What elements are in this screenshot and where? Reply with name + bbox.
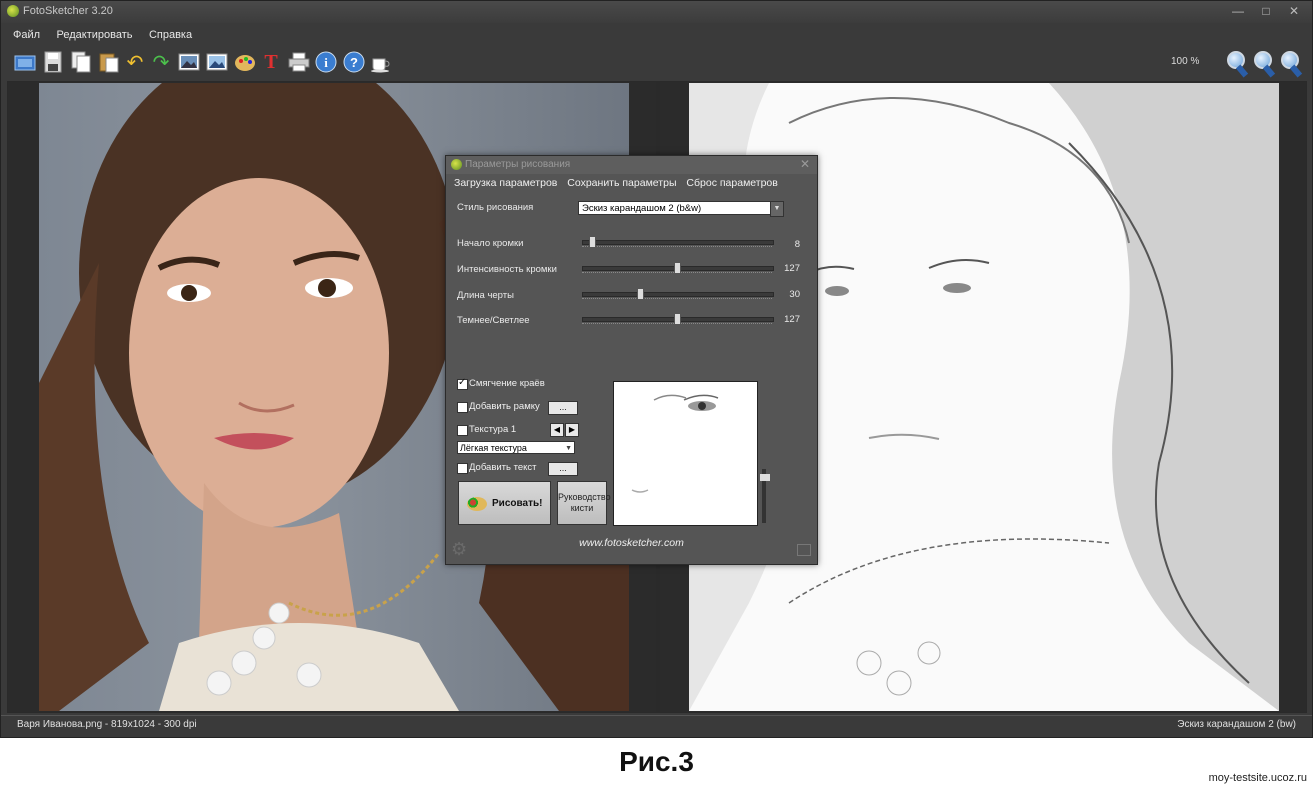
add-text-checkbox[interactable] — [457, 463, 468, 474]
svg-text:i: i — [324, 55, 328, 70]
add-text-label: Добавить текст — [469, 462, 537, 473]
draw-button[interactable]: Рисовать! — [458, 481, 551, 525]
chevron-down-icon: ▼ — [565, 445, 572, 452]
watermark: moy-testsite.ucoz.ru — [1208, 772, 1307, 784]
save-params-menu[interactable]: Сохранить параметры — [567, 177, 676, 189]
gear-icon: ⚙ — [451, 539, 468, 559]
edge-intensity-slider[interactable] — [582, 262, 774, 276]
source-image-icon[interactable] — [177, 49, 201, 75]
texture-select-value: Лёгкая текстура — [460, 443, 527, 453]
preview-image[interactable] — [613, 381, 758, 526]
zoom-out-icon[interactable] — [1252, 49, 1276, 78]
brush-guide-button[interactable]: Руководство кисти — [557, 481, 611, 525]
edge-start-slider[interactable] — [582, 236, 774, 250]
app-window: FotoSketcher 3.20 — □ ✕ Файл Редактирова… — [0, 0, 1313, 738]
zoom-level: 100 % — [1171, 56, 1200, 67]
save-icon[interactable] — [41, 49, 65, 75]
slider-label: Темнее/Светлее — [457, 315, 530, 326]
print-icon[interactable] — [287, 49, 311, 75]
add-frame-label: Добавить рамку — [469, 401, 540, 412]
style-select-value: Эскиз карандашом 2 (b&w) — [582, 203, 702, 214]
resize-icon[interactable] — [797, 544, 811, 556]
smooth-edges-checkbox[interactable] — [457, 377, 468, 390]
draw-button-label: Рисовать! — [492, 498, 543, 509]
texture-select[interactable]: Лёгкая текстура ▼ — [457, 441, 575, 454]
drawing-parameters-dialog: Параметры рисования ✕ Загрузка параметро… — [445, 155, 818, 565]
window-title: FotoSketcher 3.20 — [23, 5, 113, 17]
menu-bar: Файл Редактировать Справка — [1, 25, 1312, 43]
result-image-icon[interactable] — [205, 49, 229, 75]
undo-icon[interactable]: ↶ — [123, 49, 147, 75]
status-bar: Варя Иванова.png - 819x1024 - 300 dpi Эс… — [1, 715, 1312, 736]
menu-edit[interactable]: Редактировать — [57, 26, 133, 44]
slider-value: 8 — [794, 239, 800, 250]
toolbar: ↶ ↷ T i ? — [1, 45, 1312, 79]
smooth-edges-label: Смягчение краёв — [469, 378, 545, 389]
zoom-fit-icon[interactable] — [1279, 49, 1303, 78]
text-icon[interactable]: T — [259, 49, 283, 75]
maximize-button[interactable]: □ — [1255, 3, 1277, 19]
reset-params-menu[interactable]: Сброс параметров — [686, 177, 777, 189]
website-link[interactable]: www.fotosketcher.com — [446, 537, 817, 549]
stroke-length-slider[interactable] — [582, 288, 774, 302]
darker-lighter-slider[interactable] — [582, 313, 774, 327]
app-logo-icon — [7, 5, 19, 17]
zoom-in-icon[interactable] — [1225, 49, 1249, 78]
slider-label: Интенсивность кромки — [457, 264, 557, 275]
texture-label: Текстура 1 — [469, 424, 517, 435]
dialog-close-icon[interactable]: ✕ — [800, 157, 810, 171]
help-icon[interactable]: ? — [342, 49, 366, 75]
figure-caption: Рис.3 — [619, 746, 694, 777]
add-frame-checkbox[interactable] — [457, 402, 468, 413]
palette-icon[interactable] — [233, 49, 257, 75]
dialog-title-bar[interactable]: Параметры рисования ✕ — [446, 156, 817, 174]
slider-value: 127 — [784, 314, 800, 325]
open-icon[interactable] — [13, 49, 37, 75]
copy-icon[interactable] — [69, 49, 93, 75]
close-button[interactable]: ✕ — [1283, 3, 1305, 19]
style-select[interactable]: Эскиз карандашом 2 (b&w) ▼ — [578, 201, 784, 217]
status-style: Эскиз карандашом 2 (bw) — [1177, 719, 1296, 730]
status-file-info: Варя Иванова.png - 819x1024 - 300 dpi — [17, 719, 197, 730]
dialog-title: Параметры рисования — [465, 159, 571, 170]
dialog-menu: Загрузка параметров Сохранить параметры … — [454, 177, 785, 189]
title-bar: FotoSketcher 3.20 — □ ✕ — [1, 1, 1312, 23]
slider-value: 30 — [789, 289, 800, 300]
paste-icon[interactable] — [97, 49, 121, 75]
menu-help[interactable]: Справка — [149, 26, 192, 44]
slider-label: Начало кромки — [457, 238, 524, 249]
add-frame-button[interactable]: ... — [548, 401, 578, 415]
preview-scroll-thumb[interactable] — [760, 474, 770, 481]
texture-next-button[interactable]: ▶ — [565, 423, 579, 437]
style-label: Стиль рисования — [457, 202, 534, 213]
redo-icon[interactable]: ↷ — [149, 49, 173, 75]
menu-file[interactable]: Файл — [13, 26, 40, 44]
texture-checkbox[interactable] — [457, 425, 468, 436]
load-params-menu[interactable]: Загрузка параметров — [454, 177, 557, 189]
add-text-button[interactable]: ... — [548, 462, 578, 476]
slider-value: 127 — [784, 263, 800, 274]
info-icon[interactable]: i — [314, 49, 338, 75]
dialog-logo-icon — [451, 159, 462, 170]
chevron-down-icon[interactable]: ▼ — [770, 201, 784, 217]
coffee-icon[interactable] — [369, 49, 393, 75]
svg-text:?: ? — [350, 55, 358, 70]
texture-prev-button[interactable]: ◀ — [550, 423, 564, 437]
minimize-button[interactable]: — — [1227, 3, 1249, 19]
palette-icon — [467, 497, 487, 511]
slider-label: Длина черты — [457, 290, 514, 301]
